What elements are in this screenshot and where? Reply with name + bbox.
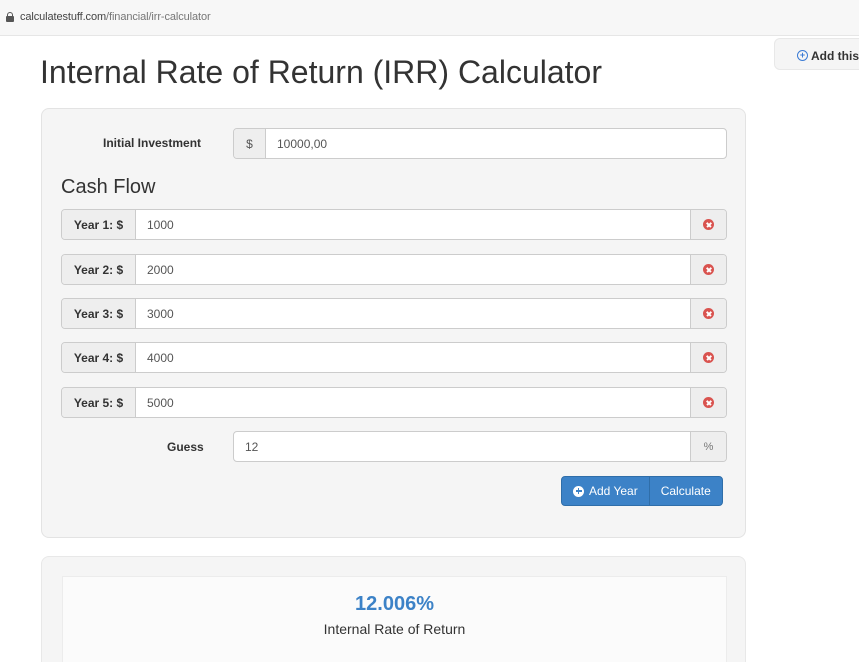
initial-investment-input[interactable]: 10000,00 [266,129,726,158]
url-domain: calculatestuff.com [20,11,107,23]
year-row: Year 4: $ 4000 [61,342,727,373]
guess-label: Guess [167,440,204,454]
year-amount-input[interactable]: 4000 [136,343,690,372]
irr-result-label: Internal Rate of Return [323,621,466,637]
page-title: Internal Rate of Return (IRR) Calculator [40,54,602,90]
remove-year-button[interactable] [690,210,726,239]
remove-circle-icon [703,308,714,319]
lock-icon [6,12,14,22]
percent-addon: % [690,432,726,461]
year-label: Year 3: $ [62,299,136,328]
year-amount-input[interactable]: 5000 [136,388,690,417]
add-year-label: Add Year [589,484,638,498]
add-year-button[interactable]: Add Year [562,477,649,505]
url-text[interactable]: calculatestuff.com/financial/irr-calcula… [20,11,211,23]
url-path: /financial/irr-calculator [106,11,211,23]
year-label: Year 1: $ [62,210,136,239]
year-row: Year 3: $ 3000 [61,298,727,329]
guess-group: 12 % [233,431,727,462]
guess-input[interactable]: 12 [234,432,690,461]
remove-circle-icon [703,352,714,363]
irr-result-value: 12.006% [355,593,434,615]
remove-circle-icon [703,219,714,230]
initial-investment-group: $ 10000,00 [233,128,727,159]
browser-address-bar[interactable]: calculatestuff.com/financial/irr-calcula… [0,0,859,36]
initial-investment-label: Initial Investment [103,136,202,150]
remove-circle-icon [703,264,714,275]
year-label: Year 2: $ [62,255,136,284]
currency-addon: $ [234,129,266,158]
year-row: Year 5: $ 5000 [61,387,727,418]
year-row: Year 1: $ 1000 [61,209,727,240]
cash-flow-heading: Cash Flow [61,176,156,198]
year-amount-input[interactable]: 1000 [136,210,690,239]
action-button-group: Add Year Calculate [561,476,723,506]
add-this-label: Add this [811,49,859,63]
plus-circle-icon: + [797,50,808,61]
remove-year-button[interactable] [690,343,726,372]
remove-year-button[interactable] [690,388,726,417]
result-well [62,576,727,662]
plus-circle-icon [573,485,584,497]
remove-year-button[interactable] [690,255,726,284]
calculate-button[interactable]: Calculate [648,477,722,505]
remove-circle-icon [703,397,714,408]
year-row: Year 2: $ 2000 [61,254,727,285]
remove-year-button[interactable] [690,299,726,328]
year-amount-input[interactable]: 2000 [136,255,690,284]
year-label: Year 5: $ [62,388,136,417]
year-amount-input[interactable]: 3000 [136,299,690,328]
year-label: Year 4: $ [62,343,136,372]
add-this-button[interactable]: + Add this [774,38,859,70]
